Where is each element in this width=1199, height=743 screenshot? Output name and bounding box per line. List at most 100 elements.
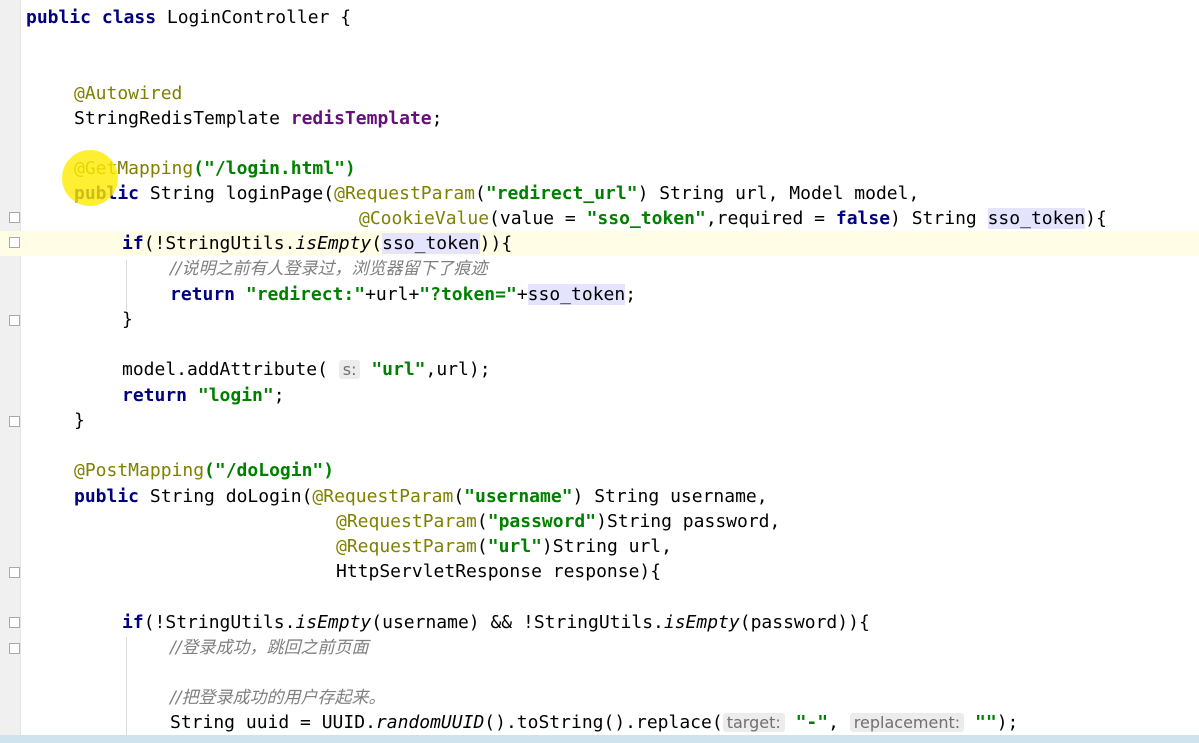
code-text: model.addAttribute( bbox=[122, 359, 328, 380]
annotation: @RequestParam bbox=[336, 536, 477, 557]
string-literal: "redirect:" bbox=[245, 284, 366, 305]
annotation: @CookieValue bbox=[359, 208, 490, 229]
code-text: ,url); bbox=[425, 359, 491, 380]
code-line[interactable]: @RequestParam("password")String password… bbox=[336, 509, 780, 534]
code-text: (!StringUtils. bbox=[143, 233, 296, 254]
punctuation: ); bbox=[996, 712, 1019, 733]
highlighted-identifier: sso_token bbox=[527, 284, 626, 305]
code-line[interactable]: @RequestParam("url")String url, bbox=[336, 534, 672, 559]
method-signature: String doLogin( bbox=[139, 486, 313, 507]
code-comment: //说明之前有人登录过，浏览器留下了痕迹 bbox=[170, 259, 488, 279]
parameter-list: ) String url, Model model, bbox=[637, 183, 920, 204]
punctuation: ; bbox=[625, 284, 637, 305]
code-line[interactable]: } bbox=[122, 307, 133, 332]
bottom-window-edge bbox=[0, 735, 1199, 743]
code-line[interactable]: public String loginPage(@RequestParam("r… bbox=[74, 181, 919, 206]
code-line[interactable]: return "redirect:"+url+"?token="+sso_tok… bbox=[170, 282, 636, 307]
string-literal: "url" bbox=[487, 536, 542, 557]
parameter-hint: replacement: bbox=[849, 713, 965, 732]
code-text: ().toString().replace( bbox=[484, 712, 723, 733]
annotation: @RequestParam bbox=[312, 486, 454, 507]
code-text: (value = bbox=[489, 208, 587, 229]
code-text: ,required = bbox=[705, 208, 836, 229]
keyword: return bbox=[122, 385, 188, 406]
annotation-arg: ("/doLogin") bbox=[204, 460, 335, 481]
keyword: public bbox=[74, 486, 140, 507]
code-line[interactable]: public class LoginController { bbox=[26, 5, 351, 30]
code-line[interactable]: if(!StringUtils.isEmpty(username) && !St… bbox=[122, 610, 870, 635]
code-line[interactable]: model.addAttribute( s: "url",url); bbox=[122, 357, 491, 382]
code-line[interactable]: public String doLogin(@RequestParam("use… bbox=[74, 484, 768, 509]
indent-guide bbox=[126, 260, 127, 310]
string-literal: "sso_token" bbox=[586, 208, 706, 229]
code-comment: //登录成功，跳回之前页面 bbox=[170, 638, 369, 658]
indent-guide bbox=[126, 637, 127, 735]
code-line[interactable]: //说明之前有人登录过，浏览器留下了痕迹 bbox=[170, 256, 487, 281]
fold-marker-icon[interactable] bbox=[9, 416, 20, 427]
code-editor[interactable]: public class LoginController { @Autowire… bbox=[0, 0, 1199, 743]
code-line[interactable]: return "login"; bbox=[122, 383, 285, 408]
annotation: @Autowired bbox=[74, 83, 183, 104]
code-line[interactable]: @Autowired bbox=[74, 81, 182, 106]
code-comment: //把登录成功的用户存起来。 bbox=[170, 688, 386, 708]
code-line[interactable]: @CookieValue(value = "sso_token",require… bbox=[359, 206, 1107, 231]
parameter-list: )String password, bbox=[596, 511, 781, 532]
string-literal: "?token=" bbox=[419, 284, 517, 305]
string-literal: "url" bbox=[371, 359, 426, 380]
keyword: if bbox=[122, 612, 144, 633]
code-line[interactable]: } bbox=[74, 408, 85, 433]
punctuation: , bbox=[828, 712, 839, 733]
code-text: (!StringUtils. bbox=[143, 612, 296, 633]
punctuation: )){ bbox=[479, 233, 513, 254]
punctuation: ; bbox=[273, 385, 285, 406]
string-literal: "" bbox=[975, 712, 997, 733]
code-line[interactable]: StringRedisTemplate redisTemplate; bbox=[74, 106, 442, 131]
highlighted-identifier: sso_token bbox=[987, 208, 1086, 229]
static-method: randomUUID bbox=[375, 712, 485, 733]
annotation: @PostMapping bbox=[74, 460, 205, 481]
field-name: redisTemplate bbox=[290, 108, 432, 129]
fold-marker-icon[interactable] bbox=[9, 212, 20, 223]
type-name: StringRedisTemplate bbox=[74, 108, 291, 129]
code-line[interactable]: @PostMapping("/doLogin") bbox=[74, 458, 334, 483]
parameter-hint: target: bbox=[722, 713, 785, 732]
fold-marker-icon[interactable] bbox=[9, 237, 20, 248]
highlighted-identifier: sso_token bbox=[382, 233, 480, 254]
code-line[interactable]: HttpServletResponse response){ bbox=[336, 559, 661, 584]
static-method: isEmpty bbox=[663, 612, 740, 633]
annotation: @RequestParam bbox=[334, 183, 475, 204]
string-literal: "username" bbox=[464, 486, 573, 507]
keyword: public class bbox=[26, 7, 157, 28]
parameter-list: HttpServletResponse response){ bbox=[336, 561, 662, 582]
punctuation: ; bbox=[431, 108, 443, 129]
fold-marker-icon[interactable] bbox=[9, 617, 20, 628]
code-line[interactable]: //登录成功，跳回之前页面 bbox=[170, 635, 368, 660]
punctuation: ){ bbox=[1085, 208, 1107, 229]
parameter-hint: s: bbox=[338, 360, 361, 379]
fold-marker-icon[interactable] bbox=[9, 643, 20, 654]
punctuation: } bbox=[74, 410, 85, 431]
fold-marker-icon[interactable] bbox=[9, 567, 20, 578]
annotation-arg: ("/login.html") bbox=[193, 158, 356, 179]
punctuation: ( bbox=[475, 183, 486, 204]
static-method: isEmpty bbox=[295, 612, 372, 633]
static-method: isEmpty bbox=[295, 233, 372, 254]
keyword: if bbox=[122, 233, 144, 254]
mouse-cursor-highlight bbox=[62, 150, 118, 206]
code-text: (username) && !StringUtils. bbox=[371, 612, 664, 633]
string-literal: "redirect_url" bbox=[485, 183, 638, 204]
code-line[interactable]: if(!StringUtils.isEmpty(sso_token)){ bbox=[122, 231, 512, 256]
method-signature: String loginPage( bbox=[139, 183, 335, 204]
keyword: false bbox=[835, 208, 891, 229]
keyword: return bbox=[170, 284, 236, 305]
code-line[interactable]: //把登录成功的用户存起来。 bbox=[170, 685, 385, 710]
parameter-list: )String url, bbox=[541, 536, 672, 557]
string-literal: "-" bbox=[795, 712, 829, 733]
code-text: ) String bbox=[890, 208, 988, 229]
code-line[interactable]: String uuid = UUID.randomUUID().toString… bbox=[170, 710, 1018, 735]
fold-marker-icon[interactable] bbox=[9, 315, 20, 326]
class-name: LoginController { bbox=[156, 7, 352, 28]
code-text: + bbox=[516, 284, 528, 305]
punctuation: } bbox=[122, 309, 133, 330]
string-literal: "password" bbox=[487, 511, 597, 532]
